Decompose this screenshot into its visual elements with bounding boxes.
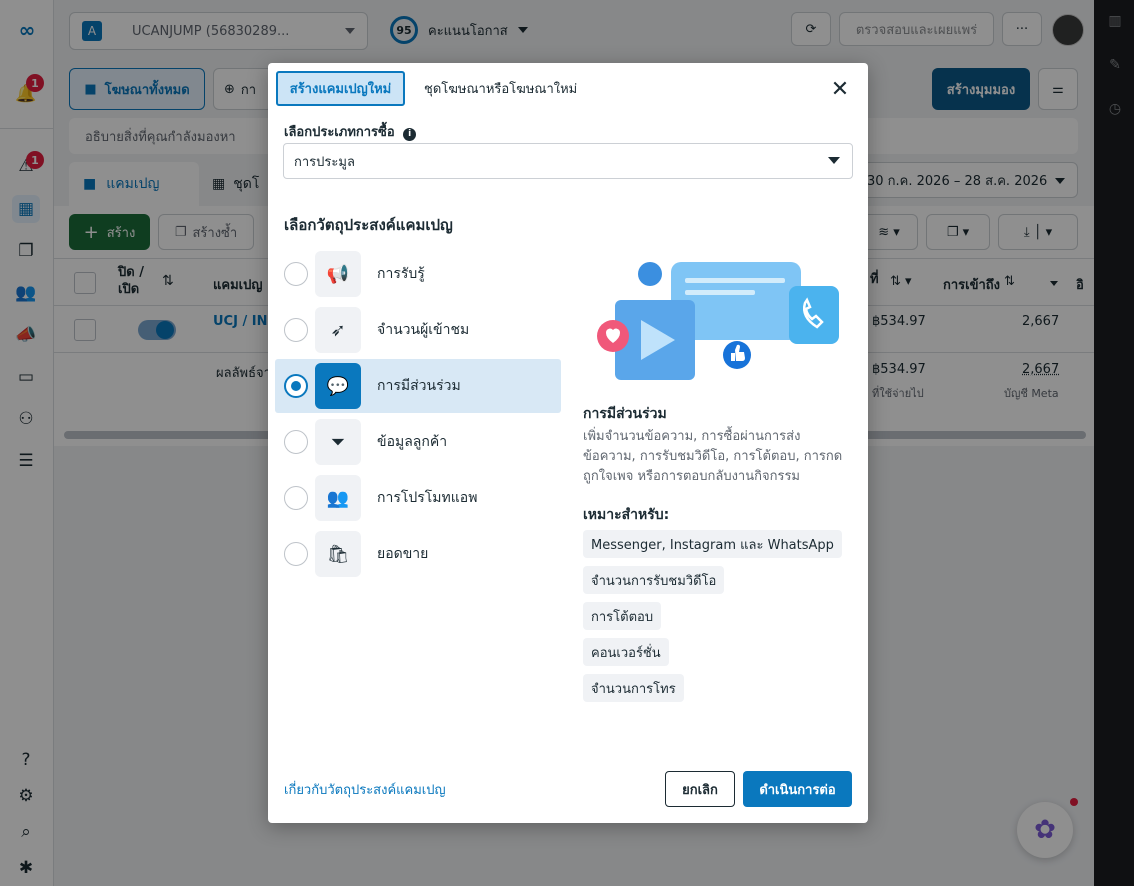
radio-leads[interactable]	[284, 430, 308, 454]
objective-app-promotion[interactable]: 👥 การโปรโมทแอพ	[275, 471, 561, 525]
cursor-icon: ➶	[315, 307, 361, 353]
radio-traffic[interactable]	[284, 318, 308, 342]
objective-leads[interactable]: ⏷ ข้อมูลลูกค้า	[275, 415, 561, 469]
good-for-label: เหมาะสำหรับ:	[583, 507, 670, 523]
objective-label: เลือกวัตถุประสงค์แคมเปญ	[284, 216, 453, 234]
info-icon[interactable]: i	[403, 128, 417, 141]
good-for-chip: การโต้ตอบ	[583, 602, 662, 630]
close-icon[interactable]: ✕	[828, 77, 852, 102]
shopping-bag-icon: 🛍	[315, 531, 361, 577]
radio-sales[interactable]	[284, 542, 308, 566]
cancel-button[interactable]: ยกเลิก	[665, 771, 735, 807]
objective-label-app-promotion: การโปรโมทแอพ	[377, 490, 478, 506]
good-for-chip: จำนวนการโทร	[583, 674, 684, 702]
buy-type-label-text: เลือกประเภทการซื้อ	[284, 125, 395, 140]
megaphone-icon: 📢	[315, 251, 361, 297]
people-icon: 👥	[315, 475, 361, 521]
good-for-chip: จำนวนการรับชมวิดีโอ	[583, 566, 725, 594]
good-for-chip: คอนเวอร์ชั่น	[583, 638, 669, 666]
buy-type-label: เลือกประเภทการซื้อ i	[284, 121, 417, 142]
radio-awareness[interactable]	[284, 262, 308, 286]
funnel-icon: ⏷	[315, 419, 361, 465]
objective-awareness[interactable]: 📢 การรับรู้	[275, 247, 561, 301]
continue-button[interactable]: ดำเนินการต่อ	[743, 771, 852, 807]
objective-label-traffic: จำนวนผู้เข้าชม	[377, 322, 470, 338]
tab-new-campaign[interactable]: สร้างแคมเปญใหม่	[276, 71, 405, 106]
radio-engagement[interactable]	[284, 374, 308, 398]
objective-engagement[interactable]: 💬 การมีส่วนร่วม	[275, 359, 561, 413]
detail-description: เพิ่มจำนวนข้อความ, การซื้อผ่านการส่งข้อค…	[583, 429, 843, 484]
create-campaign-dialog: สร้างแคมเปญใหม่ ชุดโฆษณาหรือโฆษณาใหม่ ✕ …	[268, 63, 868, 823]
objective-label-sales: ยอดขาย	[377, 546, 429, 562]
buy-type-value: การประมูล	[294, 154, 355, 170]
buy-type-select[interactable]: การประมูล	[283, 143, 853, 179]
tab-new-adset[interactable]: ชุดโฆษณาหรือโฆษณาใหม่	[424, 71, 577, 106]
caret-down-icon	[828, 157, 840, 164]
detail-title: การมีส่วนร่วม	[583, 406, 667, 422]
chat-bubbles-icon: 💬	[315, 363, 361, 409]
engagement-illustration-svg	[597, 262, 839, 380]
engagement-illustration	[593, 258, 843, 383]
objective-label-awareness: การรับรู้	[377, 266, 425, 282]
about-objectives-link[interactable]: เกี่ยวกับวัตถุประสงค์แคมเปญ	[284, 779, 446, 800]
objective-traffic[interactable]: ➶ จำนวนผู้เข้าชม	[275, 303, 561, 357]
objective-label-engagement: การมีส่วนร่วม	[377, 378, 461, 394]
objective-label-leads: ข้อมูลลูกค้า	[377, 434, 448, 450]
good-for-chip: Messenger, Instagram และ WhatsApp	[583, 530, 842, 558]
objective-sales[interactable]: 🛍 ยอดขาย	[275, 527, 561, 581]
radio-app-promotion[interactable]	[284, 486, 308, 510]
